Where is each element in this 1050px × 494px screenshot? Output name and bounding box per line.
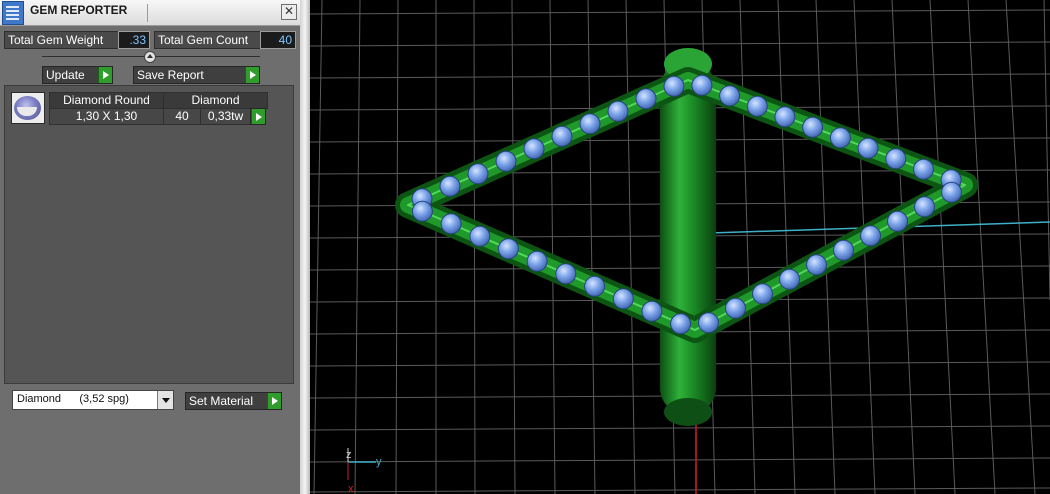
update-button-label: Update: [46, 68, 85, 82]
gem-stone: [497, 238, 519, 260]
total-gem-count-value: 40: [260, 31, 296, 49]
panel-title: GEM REPORTER: [30, 3, 128, 17]
gem-stone: [913, 158, 934, 180]
gem-stone: [670, 313, 692, 335]
gem-stone: [635, 88, 657, 110]
play-arrow-icon: [245, 67, 259, 83]
title-divider: [147, 4, 148, 22]
y-axis-label: y: [376, 456, 382, 468]
material-select-value: Diamond (3,52 spg): [17, 393, 129, 405]
gem-stone: [941, 181, 962, 203]
gem-reporter-icon: [2, 1, 24, 25]
material-select[interactable]: Diamond (3,52 spg): [12, 390, 174, 410]
gem-stone: [746, 95, 768, 117]
gem-stone: [663, 75, 685, 97]
gem-stone: [860, 225, 881, 247]
gem-list[interactable]: Diamond Round Diamond 1,30 X 1,30 40 0,3…: [4, 85, 294, 384]
total-gem-weight-value: .33: [118, 31, 150, 49]
axis-triad: z y x: [346, 448, 382, 494]
gem-stone: [440, 213, 462, 235]
viewport-canvas: z y x: [310, 0, 1050, 494]
ring-shank: [660, 48, 716, 426]
gem-stone: [551, 125, 573, 147]
gem-stone: [469, 225, 491, 247]
panel-titlebar: GEM REPORTER ✕: [0, 0, 300, 26]
gem-stone: [885, 148, 907, 170]
gem-stone: [698, 312, 719, 334]
gem-stone: [584, 275, 606, 297]
chevron-down-icon[interactable]: [157, 391, 173, 409]
play-arrow-icon: [98, 67, 112, 83]
gem-stone: [691, 74, 713, 96]
x-axis-label: x: [348, 483, 354, 494]
save-report-button[interactable]: Save Report: [133, 66, 260, 84]
gem-stone: [579, 113, 601, 135]
update-button[interactable]: Update: [42, 66, 113, 84]
collapse-up-icon[interactable]: [144, 51, 156, 63]
gem-stone: [467, 163, 489, 185]
gem-stone: [774, 106, 796, 128]
gem-stone: [833, 239, 854, 261]
gem-stone: [523, 138, 545, 160]
gem-stone: [914, 196, 935, 218]
gem-reporter-panel: GEM REPORTER ✕ Total Gem Weight .33 Tota…: [0, 0, 300, 494]
gem-stone: [607, 100, 629, 122]
gem-count-cell: 40: [163, 108, 201, 125]
gem-stone: [857, 137, 879, 159]
gem-stone: [612, 288, 634, 310]
total-gem-weight-label: Total Gem Weight: [4, 31, 119, 49]
gem-material-header: Diamond: [163, 92, 268, 109]
3d-viewport[interactable]: z y x: [310, 0, 1050, 494]
gem-stone: [752, 283, 773, 305]
gem-stone: [806, 254, 827, 276]
gem-stone: [887, 210, 908, 232]
gem-stone: [779, 268, 800, 290]
gem-stone: [495, 150, 517, 172]
total-gem-count-label: Total Gem Count: [154, 31, 261, 49]
gem-stone: [719, 85, 741, 107]
z-axis-label: z: [346, 449, 352, 461]
close-icon[interactable]: ✕: [281, 4, 297, 20]
gem-stone: [411, 200, 433, 222]
gem-stone: [802, 116, 824, 138]
save-report-button-label: Save Report: [137, 68, 204, 82]
gem-stone: [555, 263, 577, 285]
panel-splitter[interactable]: [300, 0, 310, 494]
gem-stone: [439, 175, 461, 197]
gem-size-cell: 1,30 X 1,30: [49, 108, 164, 125]
gem-stone: [725, 297, 746, 319]
play-arrow-icon: [251, 109, 265, 124]
gem-row-go-button[interactable]: [250, 108, 266, 125]
diamond-round-icon[interactable]: [11, 92, 45, 124]
gem-shape-header: Diamond Round: [49, 92, 164, 109]
gem-stone: [641, 300, 663, 322]
set-material-button-label: Set Material: [189, 394, 254, 408]
panel-content: Total Gem Weight .33 Total Gem Count 40 …: [0, 26, 300, 494]
play-arrow-icon: [267, 393, 281, 409]
gem-stone: [829, 127, 851, 149]
set-material-button[interactable]: Set Material: [185, 392, 282, 410]
gem-stone: [526, 250, 548, 272]
gem-weight-cell: 0,33tw: [200, 108, 251, 125]
